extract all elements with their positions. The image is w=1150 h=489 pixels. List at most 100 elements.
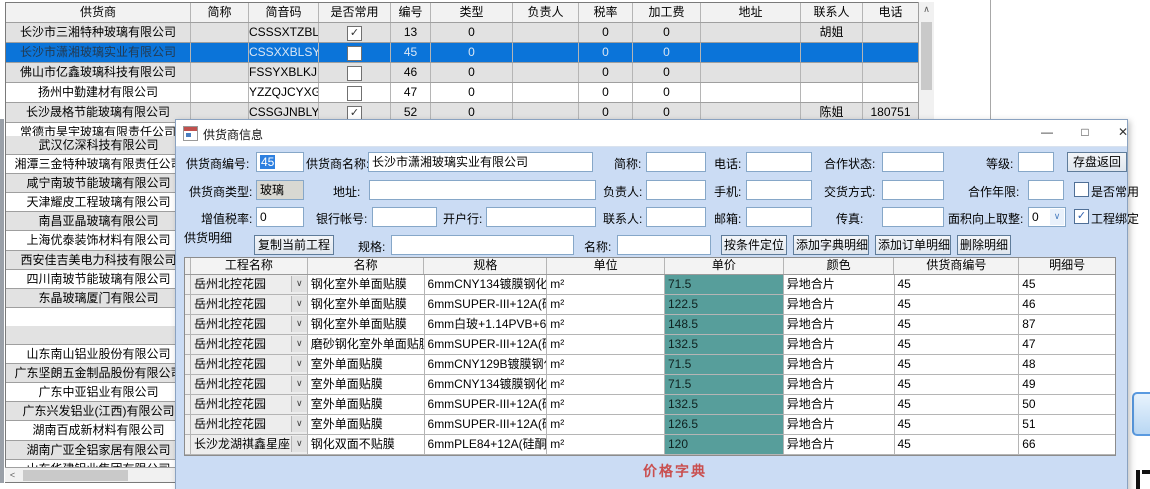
- cell-tax[interactable]: 0: [579, 63, 633, 82]
- list-item[interactable]: 西安佳吉美电力科技有限公司: [6, 251, 191, 270]
- project-combobox[interactable]: 岳州北控花园∨: [191, 395, 308, 414]
- list-item[interactable]: 广东兴发铝业(江西)有限公司: [6, 402, 191, 421]
- cell-supplier[interactable]: 佛山市亿鑫玻璃科技有限公司: [6, 63, 191, 82]
- checkbox[interactable]: [347, 86, 362, 101]
- cell-detail-no[interactable]: 46: [1019, 295, 1115, 314]
- cell-abbr[interactable]: [191, 63, 249, 82]
- cell-supplier[interactable]: 长沙晟格节能玻璃有限公司: [6, 103, 191, 122]
- cell-unit[interactable]: m²: [547, 295, 665, 314]
- project-combobox[interactable]: 岳州北控花园∨: [191, 275, 308, 294]
- col-header-common[interactable]: 是否常用: [319, 3, 391, 22]
- cell-manager[interactable]: [513, 63, 579, 82]
- col-header-detail-no[interactable]: 明细号: [1019, 258, 1115, 274]
- list-item[interactable]: 南昌亚晶玻璃有限公司: [6, 212, 191, 231]
- table-row-selected[interactable]: 长沙市潇湘玻璃实业有限公司 CSSXXBLSY... 45 0 0 0: [6, 43, 919, 63]
- cell-manager[interactable]: [513, 83, 579, 102]
- project-combobox[interactable]: 岳州北控花园∨: [191, 375, 308, 394]
- list-item[interactable]: 上海优泰装饰材料有限公司: [6, 231, 191, 250]
- list-item[interactable]: 湘潭三金特种玻璃有限责任公司: [6, 155, 191, 174]
- cell-supplier-no[interactable]: 45: [895, 435, 1020, 454]
- col-header-supplier[interactable]: 供货商: [6, 3, 191, 22]
- chevron-down-icon[interactable]: ∨: [291, 276, 307, 292]
- horizontal-scrollbar[interactable]: <: [5, 467, 190, 483]
- phone-input[interactable]: [746, 152, 812, 172]
- cell-unit[interactable]: m²: [547, 275, 665, 294]
- detail-row[interactable]: 岳州北控花园∨ 室外单面贴膜 6mmCNY129B镀膜钢化 m² 71.5 异地…: [185, 355, 1115, 375]
- cell-common[interactable]: [319, 83, 391, 102]
- delivery-input[interactable]: [882, 180, 944, 200]
- list-item[interactable]: 山东南山铝业股份有限公司: [6, 345, 191, 364]
- list-item-empty[interactable]: [6, 326, 191, 345]
- cell-price[interactable]: 71.5: [665, 375, 784, 394]
- list-item-empty[interactable]: [6, 308, 191, 326]
- cell-unit[interactable]: m²: [547, 395, 665, 414]
- cell-unit[interactable]: m²: [547, 415, 665, 434]
- cell-code[interactable]: YZZQJCYXGS: [249, 83, 319, 102]
- chevron-down-icon[interactable]: ∨: [291, 356, 307, 372]
- fax-input[interactable]: [882, 207, 944, 227]
- cell-name[interactable]: 室外单面贴膜: [308, 415, 425, 434]
- list-item[interactable]: 武汉亿深科技有限公司: [6, 136, 191, 155]
- cell-type[interactable]: 0: [431, 43, 513, 62]
- cell-address[interactable]: [701, 63, 801, 82]
- col-header-project[interactable]: 工程名称: [191, 258, 308, 274]
- cell-code[interactable]: CSSSXTZBL...: [249, 23, 319, 42]
- col-header-unit[interactable]: 单位: [547, 258, 665, 274]
- detail-row[interactable]: 岳州北控花园∨ 钢化室外单面贴膜 6mmSUPER-III+12A(硅... m…: [185, 295, 1115, 315]
- cell-no[interactable]: 45: [391, 43, 431, 62]
- add-order-detail-button[interactable]: 添加订单明细: [875, 235, 951, 255]
- chevron-down-icon[interactable]: ∨: [291, 416, 307, 432]
- col-header-type[interactable]: 类型: [431, 3, 513, 22]
- detail-row[interactable]: 岳州北控花园∨ 钢化室外单面贴膜 6mm白玻+1.14PVB+6mm... m²…: [185, 315, 1115, 335]
- cell-fee[interactable]: 0: [633, 83, 701, 102]
- detail-row[interactable]: 岳州北控花园∨ 室外单面贴膜 6mmCNY134镀膜钢化 m² 71.5 异地合…: [185, 375, 1115, 395]
- list-item[interactable]: 湖南百成新材料有限公司: [6, 421, 191, 440]
- cell-supplier-no[interactable]: 45: [895, 335, 1020, 354]
- cell-tax[interactable]: 0: [579, 23, 633, 42]
- cell-code[interactable]: CSSXXBLSY...: [249, 43, 319, 62]
- cell-name[interactable]: 钢化双面不贴膜: [308, 435, 425, 454]
- cell-supplier[interactable]: 扬州中勤建材有限公司: [6, 83, 191, 102]
- chevron-down-icon[interactable]: ∨: [291, 396, 307, 412]
- cell-color[interactable]: 异地合片: [784, 395, 895, 414]
- cell-supplier[interactable]: 长沙市潇湘玻璃实业有限公司: [6, 43, 191, 62]
- list-item[interactable]: 广东中亚铝业有限公司: [6, 383, 191, 402]
- abbr-input[interactable]: [646, 152, 706, 172]
- dialog-titlebar[interactable]: 供货商信息 — □ ✕: [176, 120, 1127, 147]
- coop-years-input[interactable]: [1028, 180, 1064, 200]
- cell-spec[interactable]: 6mmCNY134镀膜钢化: [425, 375, 548, 394]
- col-header-price[interactable]: 单价: [665, 258, 784, 274]
- cell-unit[interactable]: m²: [547, 355, 665, 374]
- cell-fee[interactable]: 0: [633, 23, 701, 42]
- cell-price[interactable]: 126.5: [665, 415, 784, 434]
- cell-contact[interactable]: [801, 43, 863, 62]
- cell-detail-no[interactable]: 50: [1019, 395, 1115, 414]
- cell-name[interactable]: 磨砂钢化室外单面贴膜: [308, 335, 425, 354]
- grade-input[interactable]: [1018, 152, 1054, 172]
- col-header-contact[interactable]: 联系人: [801, 3, 863, 22]
- col-header-manager[interactable]: 负责人: [513, 3, 579, 22]
- cell-no[interactable]: 47: [391, 83, 431, 102]
- project-combobox[interactable]: 岳州北控花园∨: [191, 335, 308, 354]
- chevron-down-icon[interactable]: ∨: [291, 436, 307, 452]
- cell-abbr[interactable]: [191, 43, 249, 62]
- table-row[interactable]: 长沙市三湘特种玻璃有限公司 CSSSXTZBL... ✓ 13 0 0 0 胡姐: [6, 23, 919, 43]
- supplier-no-input[interactable]: 45: [256, 152, 304, 172]
- cell-spec[interactable]: 6mmSUPER-III+12A(硅...: [425, 415, 548, 434]
- cell-color[interactable]: 异地合片: [784, 435, 895, 454]
- cell-unit[interactable]: m²: [547, 375, 665, 394]
- copy-current-project-button[interactable]: 复制当前工程: [254, 235, 334, 255]
- project-combobox[interactable]: 岳州北控花园∨: [191, 295, 308, 314]
- minimize-button[interactable]: —: [1031, 122, 1063, 143]
- list-item[interactable]: 山东华建铝业集团有限公司: [6, 460, 191, 467]
- maximize-button[interactable]: □: [1069, 122, 1101, 143]
- cell-detail-no[interactable]: 49: [1019, 375, 1115, 394]
- cell-supplier-no[interactable]: 45: [895, 395, 1020, 414]
- checkbox[interactable]: ✓: [347, 26, 362, 41]
- locate-by-condition-button[interactable]: 按条件定位: [721, 235, 787, 255]
- cell-tax[interactable]: 0: [579, 83, 633, 102]
- cell-phone[interactable]: [863, 83, 918, 102]
- cell-phone[interactable]: [863, 43, 918, 62]
- cell-detail-no[interactable]: 87: [1019, 315, 1115, 334]
- cell-fee[interactable]: 0: [633, 43, 701, 62]
